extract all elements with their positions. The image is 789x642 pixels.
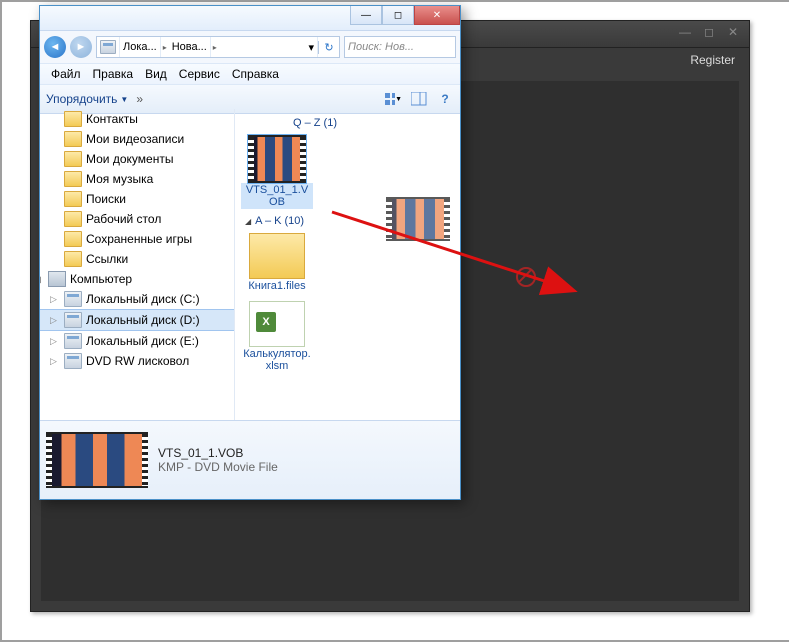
computer-icon xyxy=(48,271,66,287)
close-button[interactable]: ✕ xyxy=(414,6,460,25)
menu-file[interactable]: Файл xyxy=(46,66,86,82)
drive-icon xyxy=(64,353,82,369)
breadcrumb-2[interactable]: Нова... xyxy=(169,37,211,57)
expand-icon[interactable]: ▷ xyxy=(50,356,60,367)
folder-icon xyxy=(64,131,82,147)
preview-pane-button[interactable] xyxy=(410,90,428,108)
group-header-ak[interactable]: ◢A – K (10) xyxy=(239,213,456,229)
details-filetype: KMP - DVD Movie File xyxy=(158,460,278,474)
drive-icon xyxy=(100,40,116,54)
minimize-button[interactable]: — xyxy=(350,6,382,25)
folder-icon xyxy=(64,231,82,247)
forward-button[interactable]: ► xyxy=(70,36,92,58)
excel-thumbnail-icon xyxy=(249,301,305,347)
tree-item-searches[interactable]: Поиски xyxy=(40,189,234,209)
explorer-window: — ◻ ✕ ◄ ► Лока...▸ Нова...▸ ▾ ↻ Поиск: Н… xyxy=(39,5,461,500)
file-label: Калькулятор.xlsm xyxy=(241,347,313,373)
folder-item[interactable]: Книга1.files xyxy=(241,233,313,293)
tree-item-links[interactable]: Ссылки xyxy=(40,249,234,269)
drive-icon xyxy=(64,291,82,307)
file-label: Книга1.files xyxy=(246,279,307,293)
menu-tools[interactable]: Сервис xyxy=(174,66,225,82)
menu-edit[interactable]: Правка xyxy=(88,66,139,82)
dark-maximize-button[interactable]: ◻ xyxy=(697,23,721,41)
organize-button[interactable]: Упорядочить ▼ xyxy=(46,92,128,106)
menu-help[interactable]: Справка xyxy=(227,66,284,82)
collapse-icon[interactable]: ◢ xyxy=(245,217,251,226)
menu-view[interactable]: Вид xyxy=(140,66,172,82)
address-bar[interactable]: Лока...▸ Нова...▸ ▾ ↻ xyxy=(96,36,340,58)
dark-minimize-button[interactable]: — xyxy=(673,23,697,41)
nav-tree[interactable]: Контакты Мои видеозаписи Мои документы М… xyxy=(40,109,235,433)
chevron-down-icon: ▼ xyxy=(120,95,128,104)
search-placeholder: Поиск: Нов... xyxy=(348,41,414,53)
search-input[interactable]: Поиск: Нов... xyxy=(344,36,456,58)
toolbar-overflow[interactable]: » xyxy=(136,92,143,106)
register-link[interactable]: Register xyxy=(690,53,735,67)
menu-bar: Файл Правка Вид Сервис Справка xyxy=(40,64,460,85)
folder-icon xyxy=(64,251,82,267)
refresh-button[interactable]: ↻ xyxy=(318,41,339,54)
expand-icon[interactable]: ▷ xyxy=(50,336,60,347)
view-options-button[interactable]: ▼ xyxy=(384,90,402,108)
expand-icon[interactable]: ▷ xyxy=(50,315,60,326)
folder-thumbnail-icon xyxy=(249,233,305,279)
dark-close-button[interactable]: ✕ xyxy=(721,23,745,41)
file-item-xlsm[interactable]: Калькулятор.xlsm xyxy=(241,301,313,373)
content-pane[interactable]: Q – Z (1) VTS_01_1.VOB ◢A – K (10) Книга… xyxy=(235,109,460,433)
tree-item-desktop[interactable]: Рабочий стол xyxy=(40,209,234,229)
drive-icon xyxy=(64,312,82,328)
maximize-button[interactable]: ◻ xyxy=(382,6,414,25)
details-thumbnail-icon xyxy=(46,432,148,488)
folder-icon xyxy=(64,191,82,207)
collapse-icon[interactable]: ◢ xyxy=(40,274,44,285)
back-button[interactable]: ◄ xyxy=(44,36,66,58)
titlebar[interactable]: — ◻ ✕ xyxy=(40,6,460,31)
expand-icon[interactable]: ▷ xyxy=(50,294,60,305)
tree-drive-dvd[interactable]: ▷DVD RW лисковол xyxy=(40,351,234,371)
tree-item-videos[interactable]: Мои видеозаписи xyxy=(40,129,234,149)
group-header-qz[interactable]: Q – Z (1) xyxy=(239,115,456,131)
tree-item-music[interactable]: Моя музыка xyxy=(40,169,234,189)
tree-item-contacts[interactable]: Контакты xyxy=(40,109,234,129)
file-label: VTS_01_1.VOB xyxy=(241,183,313,209)
tree-drive-d[interactable]: ▷Локальный диск (D:) xyxy=(40,309,234,331)
tree-item-savedgames[interactable]: Сохраненные игры xyxy=(40,229,234,249)
tree-drive-c[interactable]: ▷Локальный диск (C:) xyxy=(40,289,234,309)
folder-icon xyxy=(64,151,82,167)
address-dropdown[interactable]: ▾ xyxy=(305,37,318,57)
tree-item-documents[interactable]: Мои документы xyxy=(40,149,234,169)
details-filename: VTS_01_1.VOB xyxy=(158,446,278,460)
tree-drive-e[interactable]: ▷Локальный диск (E:) xyxy=(40,331,234,351)
folder-icon xyxy=(64,111,82,127)
video-thumbnail-icon xyxy=(248,135,306,183)
details-pane: VTS_01_1.VOB KMP - DVD Movie File xyxy=(40,420,460,499)
file-item-vob[interactable]: VTS_01_1.VOB xyxy=(241,135,313,209)
nav-row: ◄ ► Лока...▸ Нова...▸ ▾ ↻ Поиск: Нов... xyxy=(40,31,460,64)
folder-icon xyxy=(64,211,82,227)
tree-item-computer[interactable]: ◢Компьютер xyxy=(40,269,234,289)
help-button[interactable]: ? xyxy=(436,90,454,108)
drive-icon xyxy=(64,333,82,349)
breadcrumb-1[interactable]: Лока... xyxy=(120,37,161,57)
folder-icon xyxy=(64,171,82,187)
